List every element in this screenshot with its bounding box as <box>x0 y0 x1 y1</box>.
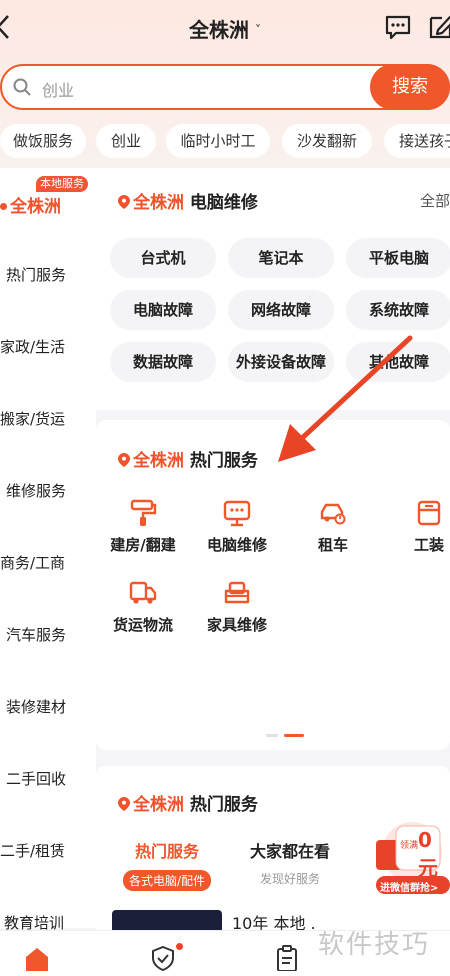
card3-title: 全株洲 热门服务 <box>118 790 258 815</box>
message-icon[interactable] <box>384 14 412 40</box>
sidebar-item-business[interactable]: 商务/工商 <box>0 552 96 573</box>
search-icon <box>13 78 31 96</box>
pill-desktop[interactable]: 台式机 <box>110 238 216 278</box>
service-tooling[interactable]: 工装 <box>384 498 450 555</box>
local-service-badge: 本地服务 <box>36 176 88 192</box>
tab-hot-services[interactable]: 热门服务 各式电脑/配件 <box>112 838 222 891</box>
annotation-arrow-icon <box>278 335 413 462</box>
box-icon <box>417 500 441 526</box>
chevron-down-icon: ˅ <box>255 23 261 37</box>
sofa-icon <box>224 581 250 604</box>
sidebar-item-housekeeping[interactable]: 家政/生活 <box>0 336 96 357</box>
clipboard-icon[interactable] <box>274 945 300 971</box>
city-title-text: 全株洲 <box>189 18 249 42</box>
chip-cooking[interactable]: 做饭服务 <box>0 124 86 158</box>
search-button[interactable]: 搜索 <box>370 64 450 110</box>
chip-startup[interactable]: 创业 <box>96 124 156 158</box>
edit-icon[interactable] <box>428 14 450 40</box>
suggestion-chips: 做饭服务 创业 临时小时工 沙发翻新 接送孩子 <box>0 124 450 158</box>
dot-icon <box>0 203 7 210</box>
sidebar-item-decoration[interactable]: 装修建材 <box>6 696 102 717</box>
page-indicator <box>266 734 304 737</box>
chip-pickup[interactable]: 接送孩子 <box>384 124 450 158</box>
sidebar-item-rental[interactable]: 二手/租赁 <box>0 840 96 861</box>
service-furniture-repair[interactable]: 家具维修 <box>192 578 282 635</box>
home-icon[interactable] <box>24 945 50 971</box>
monitor-icon <box>223 500 251 527</box>
header: 全株洲 ˅ 创业 搜索 做饭服务 创业 临时小时工 沙发翻新 接送孩子 <box>0 0 450 196</box>
service-car-rental[interactable]: 租车 <box>288 498 378 555</box>
sidebar-item-recycle[interactable]: 二手回收 <box>6 768 102 789</box>
sidebar-city[interactable]: 全株洲 <box>0 192 61 217</box>
service-house-build[interactable]: 建房/翻建 <box>98 498 188 555</box>
car-icon <box>320 503 346 525</box>
city-selector[interactable]: 全株洲 ˅ <box>0 14 450 43</box>
pill-laptop[interactable]: 笔记本 <box>228 238 334 278</box>
wechat-group-promo[interactable]: 领满 0元 进微信群抢> <box>370 818 450 898</box>
category-sidebar: 本地服务 全株洲 热门服务 家政/生活 搬家/货运 维修服务 商务/工商 汽车服… <box>0 168 96 932</box>
chip-hourly-worker[interactable]: 临时小时工 <box>166 124 270 158</box>
tab-everyone-watching[interactable]: 大家都在看 发现好服务 <box>234 838 346 887</box>
service-freight[interactable]: 货运物流 <box>98 578 188 635</box>
pill-data-fault[interactable]: 数据故障 <box>110 342 216 382</box>
card2-title: 全株洲 热门服务 <box>118 446 258 471</box>
pill-tablet[interactable]: 平板电脑 <box>346 238 450 278</box>
notification-dot <box>176 943 183 950</box>
pill-pc-fault[interactable]: 电脑故障 <box>110 290 216 330</box>
truck-icon <box>129 581 157 604</box>
sidebar-item-moving[interactable]: 搬家/货运 <box>0 408 96 429</box>
sidebar-item-repair[interactable]: 维修服务 <box>6 480 102 501</box>
pill-system-fault[interactable]: 系统故障 <box>346 290 450 330</box>
location-pin-icon <box>118 797 130 811</box>
location-pin-icon <box>118 195 130 209</box>
pill-network-fault[interactable]: 网络故障 <box>228 290 334 330</box>
card1-title: 全株洲 电脑维修 <box>118 188 258 213</box>
hot-services-card: 全株洲 热门服务 建房/翻建 电脑维修 租车 工装 货运物流 家具维修 <box>96 420 450 750</box>
view-all-link[interactable]: 全部 <box>420 190 450 211</box>
watermark-text: 软件技巧 <box>318 930 431 960</box>
sidebar-item-auto[interactable]: 汽车服务 <box>6 624 102 645</box>
chip-sofa[interactable]: 沙发翻新 <box>282 124 372 158</box>
location-pin-icon <box>118 453 130 467</box>
search-bar[interactable]: 创业 搜索 <box>0 64 450 110</box>
service-pc-repair[interactable]: 电脑维修 <box>192 498 282 555</box>
paint-roller-icon <box>130 499 157 526</box>
search-input[interactable]: 创业 <box>42 77 74 101</box>
shield-check-icon[interactable] <box>150 945 176 971</box>
sidebar-item-hot[interactable]: 热门服务 <box>6 264 102 285</box>
